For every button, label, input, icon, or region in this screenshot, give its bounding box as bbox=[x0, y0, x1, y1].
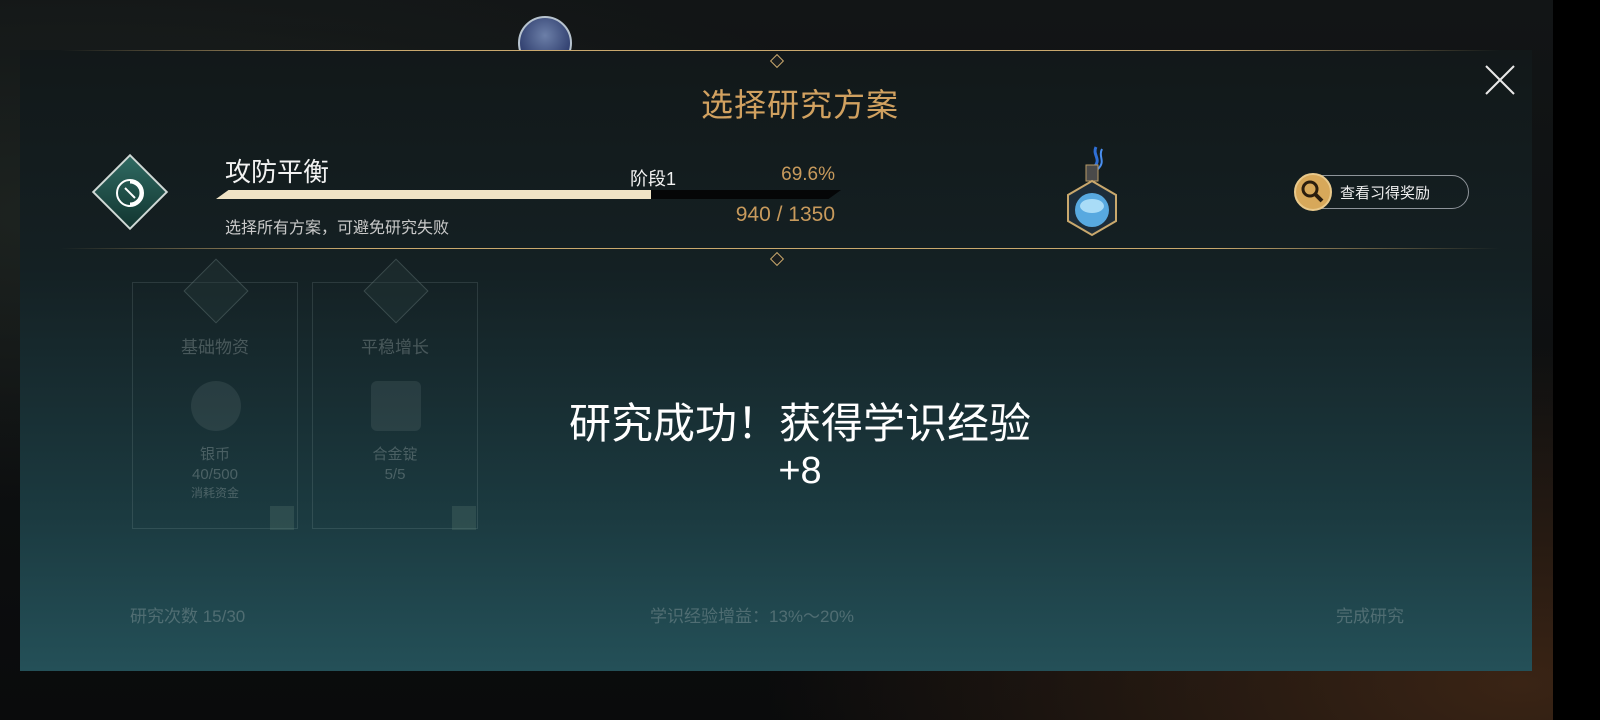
potion-flask-icon bbox=[1067, 146, 1117, 237]
middle-divider bbox=[60, 248, 1500, 249]
progress-percent: 69.6% bbox=[781, 164, 835, 185]
exp-bonus-label: 学识经验增益：13%～20% bbox=[650, 607, 855, 626]
xp-counter: 940 / 1350 bbox=[735, 203, 835, 226]
page-title: 选择研究方案 bbox=[700, 87, 899, 123]
option-checkbox[interactable] bbox=[270, 506, 294, 530]
view-rewards-label[interactable]: 查看习得奖励 bbox=[1340, 182, 1430, 203]
exp-gain: +8 bbox=[778, 450, 822, 492]
research-count-label: 研究次数 15/30 bbox=[130, 607, 246, 626]
magnifier-icon[interactable] bbox=[1294, 173, 1332, 211]
plan-hint: 选择所有方案，可避免研究失败 bbox=[225, 220, 450, 237]
balance-icon bbox=[109, 172, 151, 214]
progress-bar bbox=[216, 190, 841, 199]
option-name: 基础物资 bbox=[181, 338, 249, 357]
top-divider bbox=[60, 50, 1500, 51]
progress-fill bbox=[216, 190, 651, 199]
option-name: 平稳增长 bbox=[361, 338, 429, 357]
option-checkbox[interactable] bbox=[452, 506, 476, 530]
plan-name: 攻防平衡 bbox=[225, 157, 330, 187]
stage-label: 阶段1 bbox=[630, 169, 677, 189]
complete-research-button[interactable]: 完成研究 bbox=[1336, 602, 1404, 627]
result-message: 研究成功！获得学识经验 bbox=[568, 400, 1031, 447]
close-icon[interactable] bbox=[1482, 62, 1518, 98]
